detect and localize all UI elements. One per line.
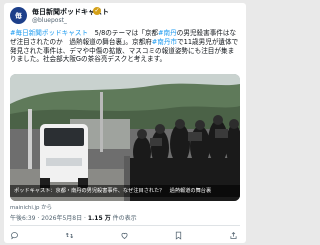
divider xyxy=(10,225,240,226)
view-count-label: 件の表示 xyxy=(110,215,137,222)
link-source[interactable]: mainichi.jp から xyxy=(10,203,52,211)
tweet-text: #毎日新聞ポッドキャスト 5/8のテーマは「京都#南丹の男児殺害事件はなぜ注目さ… xyxy=(10,29,240,64)
tweet-header: 毎 毎日新聞ポッドキャスト ✓ @bluepost_ xyxy=(10,7,240,27)
view-count: 1.15 万 xyxy=(87,215,111,222)
retweet-icon xyxy=(65,232,73,239)
tweet-card: 毎 毎日新聞ポッドキャスト ✓ @bluepost_ #毎日新聞ポッドキャスト … xyxy=(4,3,246,243)
action-bar xyxy=(10,230,240,241)
tweet-meta: 午後6:39 · 2026年5月8日 · 1.15 万 件の表示 xyxy=(10,213,137,222)
like-button[interactable] xyxy=(120,230,131,241)
tweet-text-segment: 5/8のテーマは「京都 xyxy=(88,29,159,37)
verified-badge-icon: ✓ xyxy=(93,7,101,15)
share-button[interactable] xyxy=(229,230,240,241)
avatar[interactable]: 毎 xyxy=(10,7,27,24)
share-icon xyxy=(230,231,237,239)
link-card-image[interactable]: ポッドキャスト：京都・南丹の男児殺害事件、なぜ注目された？ 過熱報道の舞台裏 xyxy=(10,74,240,201)
hashtag-link[interactable]: #南丹市 xyxy=(152,38,177,46)
user-handle[interactable]: @bluepost_ xyxy=(32,17,67,24)
hashtag-link[interactable]: #南丹 xyxy=(158,29,177,37)
hashtag-link[interactable]: #毎日新聞ポッドキャスト xyxy=(10,29,88,37)
tweet-timestamp[interactable]: 午後6:39 · 2026年5月8日 · xyxy=(10,215,88,222)
link-card-caption: ポッドキャスト：京都・南丹の男児殺害事件、なぜ注目された？ 過熱報道の舞台裏 xyxy=(10,185,240,197)
bookmark-icon xyxy=(176,231,182,240)
reply-button[interactable] xyxy=(10,230,21,241)
reply-icon xyxy=(11,232,18,240)
heart-icon xyxy=(120,232,128,239)
retweet-button[interactable] xyxy=(65,230,76,241)
news-photo xyxy=(10,74,240,201)
bookmark-button[interactable] xyxy=(174,230,185,241)
